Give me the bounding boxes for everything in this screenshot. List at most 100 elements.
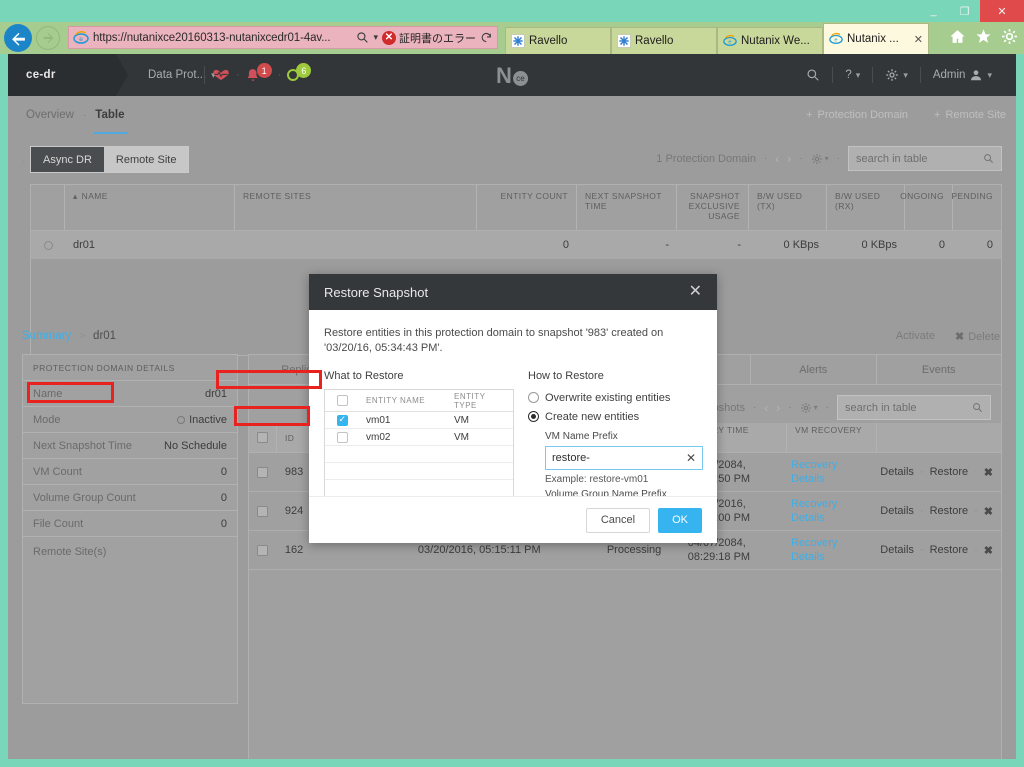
table-row[interactable]: dr01 0 - - 0 KBps 0 KBps 0 0 (31, 231, 1001, 259)
recovery-link-line2[interactable]: Details (791, 511, 825, 525)
recovery-link-line1[interactable]: Recovery (791, 536, 837, 550)
address-search-icon[interactable] (356, 31, 369, 44)
tab-close-icon[interactable]: ✕ (914, 33, 923, 46)
address-dropdown-caret[interactable]: ▾ (373, 32, 378, 43)
segment-remote-site[interactable]: Remote Site (103, 147, 189, 172)
cell-vm-recovery[interactable]: Recovery Details (783, 453, 872, 491)
ie-icon: e (829, 32, 843, 45)
dialog-close-button[interactable]: ✕ (689, 284, 702, 300)
details-action[interactable]: Details (880, 544, 914, 556)
snapshot-search-input[interactable]: search in table (837, 395, 991, 420)
radio-overwrite-existing[interactable]: Overwrite existing entities (528, 389, 703, 406)
global-search-button[interactable] (794, 68, 832, 82)
forward-button[interactable] (36, 26, 60, 50)
separator-dot: · (919, 466, 924, 478)
add-protection-domain-button[interactable]: + Protection Domain (806, 109, 908, 121)
tasks-indicator[interactable]: 6 (287, 63, 312, 81)
tab-events[interactable]: Events (877, 355, 1002, 384)
delete-snapshot-icon[interactable]: ✖ (984, 466, 993, 479)
add-remote-site-button[interactable]: + Remote Site (934, 109, 1006, 121)
refresh-button[interactable] (480, 31, 493, 44)
select-all-checkbox[interactable] (249, 423, 277, 452)
details-action[interactable]: Details (880, 466, 914, 478)
table-settings-button[interactable]: ▾ (811, 153, 829, 165)
detail-value: 0 (220, 465, 227, 478)
recovery-link-line2[interactable]: Details (791, 472, 825, 486)
heartbeat-health-icon[interactable] (212, 68, 230, 82)
cluster-name[interactable]: ce-dr (8, 54, 116, 96)
user-menu[interactable]: Admin ▾ (921, 68, 1004, 82)
search-input[interactable]: search in table (848, 146, 1002, 171)
tab-alerts[interactable]: Alerts (751, 355, 877, 384)
browser-tab-ravello-2[interactable]: Ravello (611, 27, 717, 54)
collapse-indicator[interactable]: · (22, 156, 26, 168)
gear-icon (811, 153, 822, 164)
delete-snapshot-icon[interactable]: ✖ (984, 544, 993, 557)
home-icon[interactable] (949, 28, 966, 45)
restore-action[interactable]: Restore (930, 505, 969, 517)
ok-button[interactable]: OK (658, 507, 702, 533)
browser-tab-nutanix-active[interactable]: e Nutanix ... ✕ (823, 23, 929, 54)
cancel-button[interactable]: Cancel (585, 507, 651, 533)
help-menu[interactable]: ? ▾ (833, 69, 872, 81)
delete-button[interactable]: ✖ Delete (955, 330, 1000, 343)
settings-menu[interactable]: ▾ (873, 68, 920, 82)
col-snapshot-exclusive-usage[interactable]: SNAPSHOT EXCLUSIVE USAGE (677, 185, 749, 230)
row-checkbox[interactable] (249, 462, 277, 483)
row-checkbox[interactable] (249, 501, 277, 522)
details-action[interactable]: Details (880, 505, 914, 517)
col-pending[interactable]: PENDING (951, 185, 1001, 230)
col-name[interactable]: ▴ NAME (65, 185, 235, 230)
row-select-radio[interactable] (31, 231, 65, 259)
summary-link[interactable]: Summary (22, 330, 71, 342)
clear-icon[interactable]: ✕ (686, 451, 696, 465)
recovery-link-line1[interactable]: Recovery (791, 497, 837, 511)
address-bar[interactable]: e https://nutanixce20160313-nutanixcedr0… (68, 26, 498, 49)
cell-vm-recovery[interactable]: Recovery Details (783, 531, 872, 569)
entity-checkbox-vm01[interactable] (325, 414, 359, 426)
chevron-right-icon[interactable]: › (776, 401, 780, 415)
activate-button[interactable]: Activate (896, 330, 935, 342)
col-remote-sites[interactable]: REMOTE SITES (235, 185, 477, 230)
vm-name-prefix-input[interactable]: restore- ✕ (545, 446, 703, 470)
col-vm-recovery[interactable]: VM RECOVERY (787, 423, 877, 452)
col-entity-count[interactable]: ENTITY COUNT (477, 185, 577, 230)
row-checkbox[interactable] (249, 540, 277, 561)
recovery-link-line1[interactable]: Recovery (791, 458, 837, 472)
chevron-left-icon[interactable]: ‹ (764, 401, 768, 415)
recovery-link-line2[interactable]: Details (791, 550, 825, 564)
back-button[interactable] (4, 24, 32, 52)
detail-value: 0 (220, 517, 227, 530)
radio-icon (43, 240, 53, 250)
app-menu-dropdown[interactable]: Data Prot... ▾ (148, 54, 216, 96)
cell-vm-recovery[interactable]: Recovery Details (783, 492, 872, 530)
restore-action[interactable]: Restore (930, 544, 969, 556)
minimize-button[interactable]: _ (918, 0, 949, 22)
cell-name[interactable]: dr01 (65, 231, 235, 259)
snapshot-settings-button[interactable]: ▾ (800, 402, 818, 414)
restore-action[interactable]: Restore (930, 466, 969, 478)
alerts-indicator[interactable]: 1 (246, 63, 272, 83)
col-bw-rx[interactable]: B/W USED (RX) (827, 185, 905, 230)
entity-checkbox-vm02[interactable] (325, 431, 359, 443)
delete-snapshot-icon[interactable]: ✖ (984, 505, 993, 518)
favorites-star-icon[interactable] (975, 28, 992, 45)
col-ongoing[interactable]: ONGOING (900, 185, 953, 230)
segment-async-dr[interactable]: Async DR (31, 147, 104, 172)
chevron-left-icon[interactable]: ‹ (775, 152, 779, 166)
maximize-button[interactable]: ❐ (949, 0, 980, 22)
entity-row-vm02[interactable]: vm02 VM (325, 429, 513, 446)
entity-select-all-checkbox[interactable] (325, 390, 359, 411)
col-bw-tx[interactable]: B/W USED (TX) (749, 185, 827, 230)
radio-create-new[interactable]: Create new entities (528, 408, 703, 425)
col-next-snapshot-time[interactable]: NEXT SNAPSHOT TIME (577, 185, 677, 230)
tools-gear-icon[interactable] (1001, 28, 1018, 45)
chevron-right-icon[interactable]: › (787, 152, 791, 166)
breadcrumb-item-overview[interactable]: Overview (26, 109, 74, 121)
certificate-error-indicator[interactable]: ✕ 証明書のエラー (382, 30, 476, 46)
close-window-button[interactable]: ✕ (980, 0, 1024, 22)
breadcrumb-item-table[interactable]: Table (95, 109, 124, 121)
browser-tab-nutanix-web[interactable]: e Nutanix We... (717, 27, 823, 54)
browser-tab-ravello-1[interactable]: Ravello (505, 27, 611, 54)
entity-row-vm01[interactable]: vm01 VM (325, 412, 513, 429)
